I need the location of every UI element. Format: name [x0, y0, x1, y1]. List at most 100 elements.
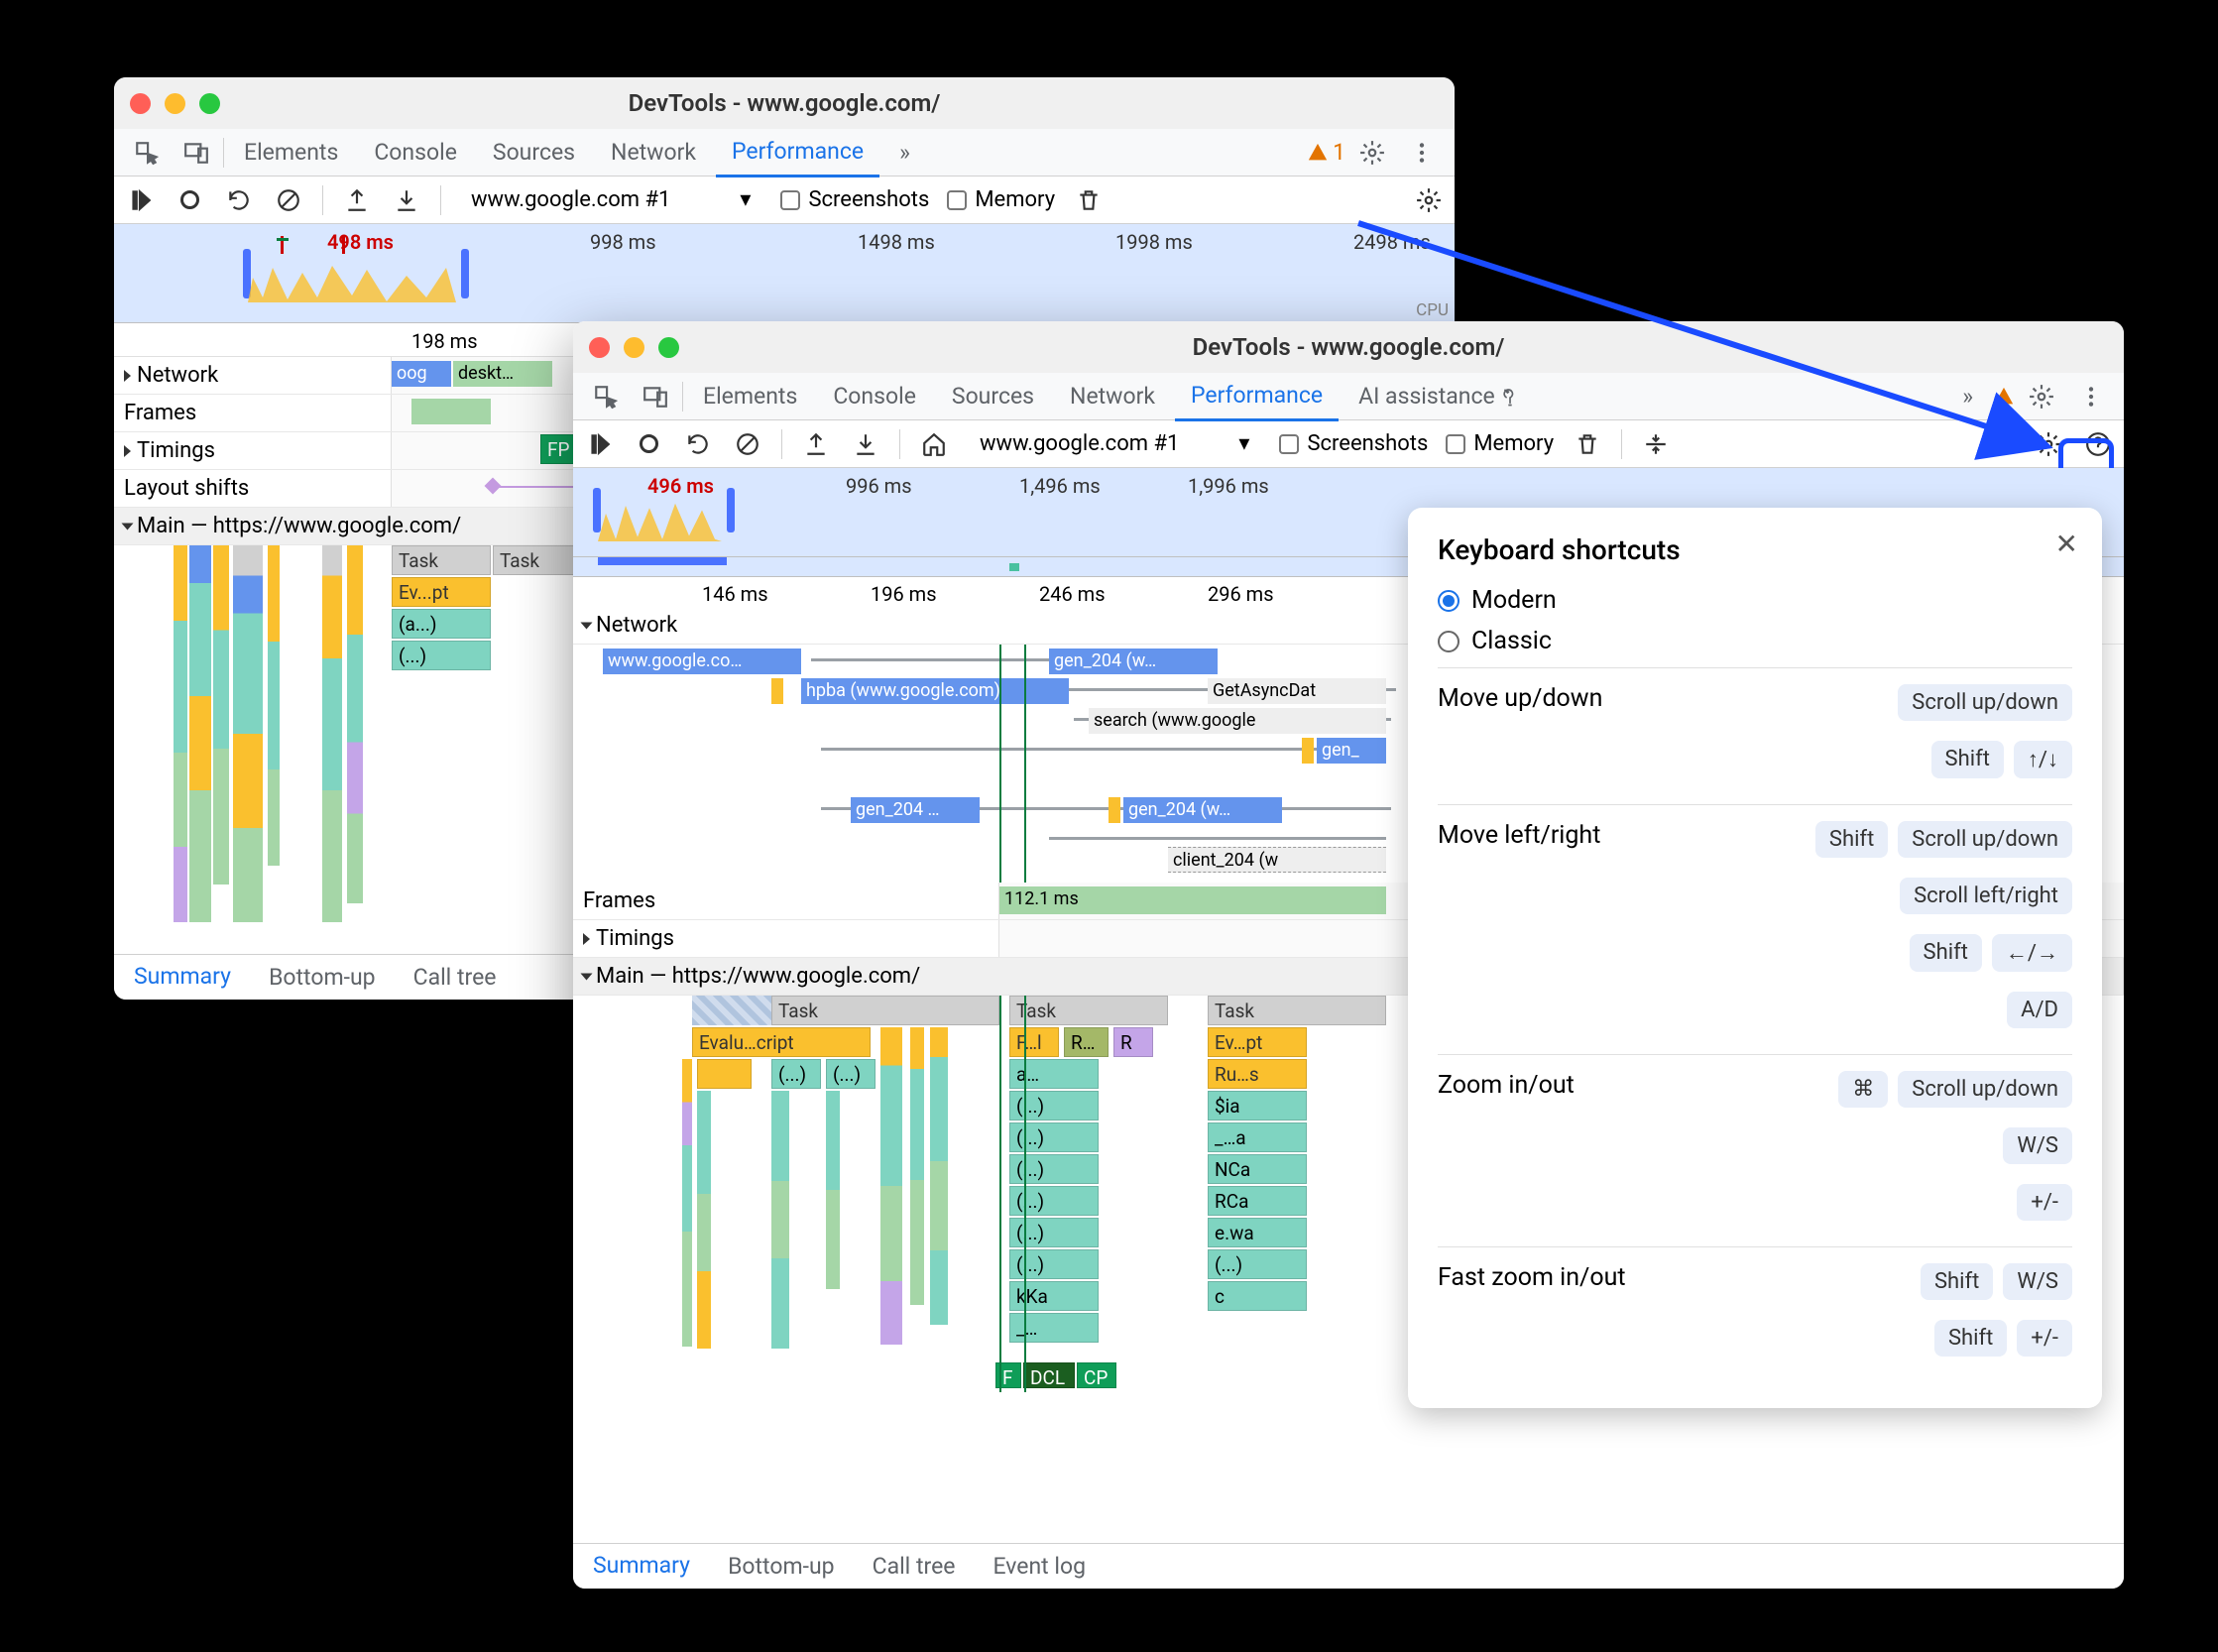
footer-bottomup[interactable]: Bottom-up — [722, 1543, 841, 1589]
radio-modern[interactable]: Modern — [1438, 586, 2072, 615]
inspect-icon[interactable] — [124, 132, 170, 174]
overview[interactable]: 498 ms 998 ms 1498 ms 1998 ms 2498 ms CP… — [114, 224, 1455, 323]
close-icon[interactable] — [130, 93, 151, 114]
footer-calltree[interactable]: Call tree — [867, 1543, 962, 1589]
collapse-icon[interactable] — [583, 933, 590, 945]
screenshots-checkbox[interactable]: Screenshots — [1279, 431, 1428, 456]
record-reload-icon[interactable] — [124, 184, 156, 216]
memory-checkbox[interactable]: Memory — [947, 187, 1055, 212]
popup-title: Keyboard shortcuts — [1438, 533, 2072, 566]
devtools-tabs: Elements Console Sources Network Perform… — [573, 373, 2124, 420]
gear-icon[interactable] — [1349, 132, 1395, 174]
footer-summary[interactable]: Summary — [587, 1542, 696, 1590]
footer-tabs: Summary Bottom-up Call tree Event log — [573, 1543, 2124, 1589]
footer-calltree[interactable]: Call tree — [408, 954, 503, 1000]
tab-sources[interactable]: Sources — [936, 373, 1050, 419]
minimize-icon[interactable] — [624, 337, 644, 358]
window-title: DevTools - www.google.com/ — [1193, 333, 1505, 361]
settings-icon[interactable] — [2033, 428, 2064, 460]
clear-icon[interactable] — [732, 428, 763, 460]
range-handle-right[interactable] — [461, 249, 469, 298]
traffic-lights — [589, 337, 679, 358]
reload-icon[interactable] — [682, 428, 714, 460]
settings-icon[interactable] — [1413, 184, 1445, 216]
record-icon[interactable] — [633, 428, 664, 460]
trash-icon[interactable] — [1572, 428, 1603, 460]
tab-sources[interactable]: Sources — [477, 129, 591, 176]
shortcut-row: Fast zoom in/outShiftW/SShift+/- — [1438, 1246, 2072, 1382]
cpu-label: CPU — [1416, 300, 1449, 320]
key-badge: Scroll left/right — [1900, 878, 2072, 914]
memory-checkbox[interactable]: Memory — [1446, 431, 1554, 456]
tab-elements[interactable]: Elements — [687, 373, 813, 419]
footer-summary[interactable]: Summary — [128, 953, 237, 1001]
kebab-icon[interactable] — [1399, 132, 1445, 174]
maximize-icon[interactable] — [199, 93, 220, 114]
tab-ai-assistance[interactable]: AI assistance — [1342, 373, 1536, 419]
close-icon[interactable]: ✕ — [2055, 528, 2078, 560]
collapse-icon[interactable] — [122, 523, 134, 530]
shortcut-label: Zoom in/out — [1438, 1071, 1575, 1100]
more-tabs-icon[interactable]: » — [883, 129, 926, 176]
warnings-badge[interactable] — [1993, 386, 2015, 408]
record-icon[interactable] — [174, 184, 205, 216]
key-badge: Scroll up/down — [1898, 821, 2072, 858]
home-icon[interactable] — [918, 428, 950, 460]
inspect-icon[interactable] — [583, 376, 629, 417]
screenshots-checkbox[interactable]: Screenshots — [780, 187, 929, 212]
warnings-badge[interactable]: 1 — [1307, 139, 1345, 166]
key-badge: +/- — [2017, 1320, 2072, 1357]
collapse-icon[interactable] — [1640, 428, 1672, 460]
range-handle-right[interactable] — [727, 488, 735, 532]
footer-eventlog[interactable]: Event log — [987, 1543, 1092, 1589]
download-icon[interactable] — [850, 428, 881, 460]
minimize-icon[interactable] — [165, 93, 185, 114]
devtools-tabs: Elements Console Sources Network Perform… — [114, 129, 1455, 177]
tab-performance[interactable]: Performance — [1175, 372, 1339, 421]
shortcut-keys: Scroll up/downShift↑/↓ — [1755, 684, 2072, 788]
record-reload-icon[interactable] — [583, 428, 615, 460]
window-title: DevTools - www.google.com/ — [629, 89, 941, 117]
key-badge: +/- — [2017, 1184, 2072, 1221]
trash-icon[interactable] — [1073, 184, 1105, 216]
tab-console[interactable]: Console — [358, 129, 473, 176]
tab-network[interactable]: Network — [1054, 373, 1171, 419]
collapse-icon[interactable] — [124, 445, 131, 457]
collapse-icon[interactable] — [581, 622, 593, 629]
collapse-icon[interactable] — [124, 370, 131, 382]
close-icon[interactable] — [589, 337, 610, 358]
key-badge: W/S — [2003, 1263, 2072, 1300]
kebab-icon[interactable] — [2068, 376, 2114, 417]
shortcut-row: Zoom in/out⌘Scroll up/downW/S+/- — [1438, 1054, 2072, 1246]
gear-icon[interactable] — [2019, 376, 2064, 417]
key-badge: Scroll up/down — [1898, 684, 2072, 721]
key-badge: ↑/↓ — [2014, 741, 2072, 778]
tab-console[interactable]: Console — [817, 373, 932, 419]
lcp-marker — [342, 236, 345, 254]
titlebar: DevTools - www.google.com/ — [573, 321, 2124, 373]
key-badge: ←/→ — [1992, 934, 2072, 972]
traffic-lights — [130, 93, 220, 114]
tab-performance[interactable]: Performance — [716, 128, 879, 177]
separator — [223, 138, 224, 168]
radio-classic[interactable]: Classic — [1438, 627, 2072, 655]
shortcut-keys: ⌘Scroll up/downW/S+/- — [1755, 1071, 2072, 1231]
reload-icon[interactable] — [223, 184, 255, 216]
help-icon[interactable] — [2082, 428, 2114, 460]
shortcut-keys: ShiftW/SShift+/- — [1755, 1263, 2072, 1366]
tab-network[interactable]: Network — [595, 129, 712, 176]
tab-elements[interactable]: Elements — [228, 129, 354, 176]
recording-dropdown[interactable]: www.google.com #1▾ — [459, 183, 762, 216]
device-icon[interactable] — [174, 132, 219, 174]
upload-icon[interactable] — [800, 428, 832, 460]
maximize-icon[interactable] — [658, 337, 679, 358]
recording-dropdown[interactable]: www.google.com #1▾ — [968, 427, 1261, 460]
collapse-icon[interactable] — [581, 973, 593, 980]
download-icon[interactable] — [391, 184, 422, 216]
upload-icon[interactable] — [341, 184, 373, 216]
more-tabs-icon[interactable]: » — [1946, 373, 1989, 419]
clear-icon[interactable] — [273, 184, 304, 216]
footer-bottomup[interactable]: Bottom-up — [263, 954, 382, 1000]
device-icon[interactable] — [633, 376, 678, 417]
key-badge: W/S — [2003, 1127, 2072, 1164]
